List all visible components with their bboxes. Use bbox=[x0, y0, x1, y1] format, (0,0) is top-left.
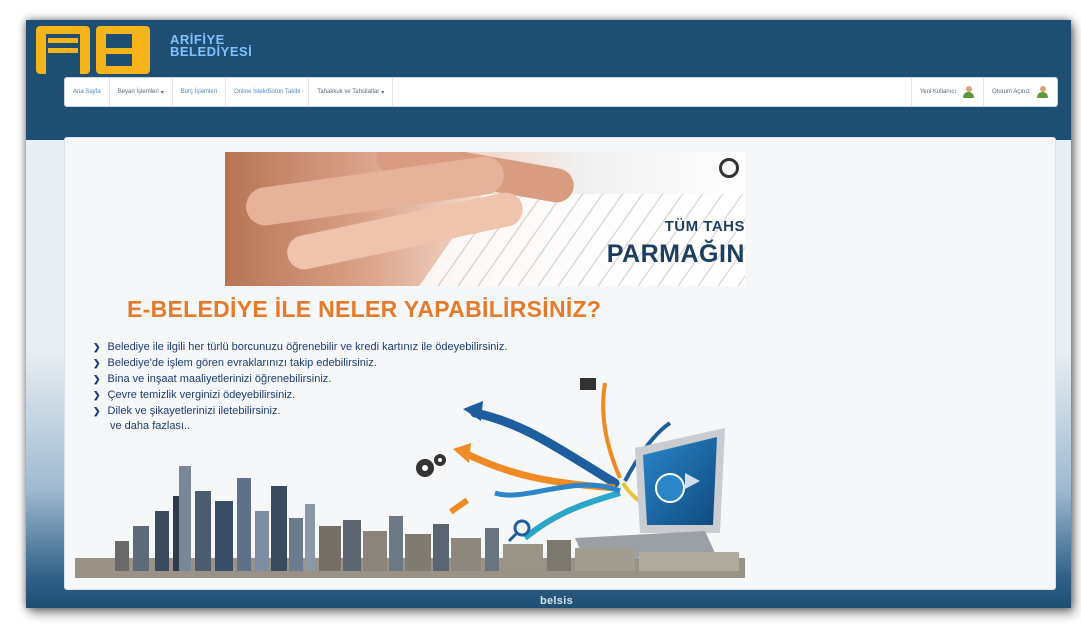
brand-line-2: BELEDİYESİ bbox=[170, 44, 253, 59]
login-link[interactable]: Oturum Açınız bbox=[982, 78, 1057, 106]
nav-declaration-label: Beyan İşlemleri bbox=[117, 89, 159, 95]
slider-banner[interactable]: TÜM TAHS PARMAĞIN bbox=[225, 152, 745, 286]
nav-accrual-collections[interactable]: Tahakkuk ve Tahsilatlar ▾ bbox=[309, 78, 394, 106]
promo-more-text: ve daha fazlası.. bbox=[110, 420, 191, 432]
main-navbar: Ana Sayfa Beyan İşlemleri ▾ Borç İşlemle… bbox=[64, 77, 1058, 107]
city-skyline-image bbox=[75, 466, 745, 578]
list-item: Belediye ile ilgili her türlü borcunuzu … bbox=[93, 339, 508, 355]
new-user-label: Yeni Kullanıcı bbox=[919, 89, 956, 95]
browser-screenshot: ARİFİYE BELEDİYESİ Ana Sayfa Beyan İşlem… bbox=[26, 20, 1071, 608]
nav-online-request-label: Online İstek/Sorun Takibi bbox=[234, 89, 301, 95]
user-icon bbox=[962, 85, 975, 99]
content-panel: TÜM TAHS PARMAĞIN E-BELEDİYE İLE NELER Y… bbox=[64, 137, 1056, 590]
slider-control-icon[interactable] bbox=[719, 158, 739, 178]
nav-declaration-operations[interactable]: Beyan İşlemleri ▾ bbox=[110, 78, 173, 106]
nav-home[interactable]: Ana Sayfa bbox=[65, 78, 110, 106]
banner-subheadline: PARMAĞIN bbox=[606, 240, 745, 268]
nav-home-label: Ana Sayfa bbox=[73, 89, 101, 95]
nav-user-area: Yeni Kullanıcı Oturum Açınız bbox=[910, 78, 1057, 106]
banner-headline: TÜM TAHS bbox=[664, 218, 745, 235]
new-user-link[interactable]: Yeni Kullanıcı bbox=[910, 78, 983, 106]
footer-brand: belsis bbox=[540, 595, 573, 607]
arrow-head-shape bbox=[463, 401, 483, 421]
nav-online-request-tracking[interactable]: Online İstek/Sorun Takibi bbox=[226, 78, 310, 106]
nav-accrual-label: Tahakkuk ve Tahsilatlar bbox=[317, 89, 380, 95]
caret-down-icon: ▾ bbox=[160, 89, 164, 96]
printer-icon bbox=[580, 378, 596, 390]
login-label: Oturum Açınız bbox=[991, 89, 1030, 95]
promo-title: E-BELEDİYE İLE NELER YAPABİLİRSİNİZ? bbox=[127, 296, 602, 322]
municipality-logo[interactable] bbox=[34, 24, 154, 76]
nav-debt-label: Borç İşlemleri bbox=[180, 89, 218, 95]
nav-debt-operations[interactable]: Borç İşlemleri bbox=[173, 78, 227, 106]
municipality-name: ARİFİYE BELEDİYESİ bbox=[170, 33, 253, 59]
caret-down-icon: ▾ bbox=[381, 89, 385, 96]
user-group-icon bbox=[1036, 85, 1049, 99]
